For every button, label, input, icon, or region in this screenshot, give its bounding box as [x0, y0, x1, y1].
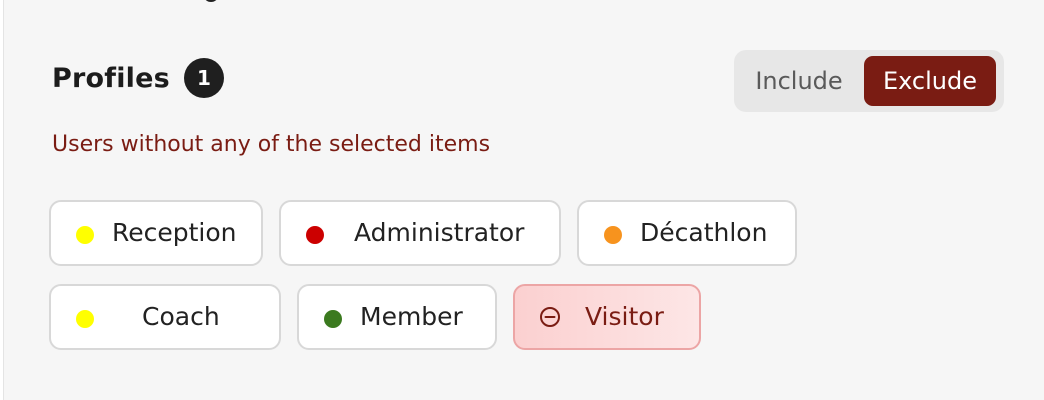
chip-label: Visitor: [585, 302, 664, 331]
status-dot: [324, 310, 342, 328]
status-dot: [306, 226, 324, 244]
clipped-element-top: [204, 0, 224, 4]
exclude-option[interactable]: Exclude: [864, 56, 996, 106]
chip-label: Coach: [142, 302, 220, 331]
section-heading: Profiles 1: [52, 58, 224, 98]
profile-chip-coach[interactable]: Coach: [49, 284, 281, 350]
status-dot: [604, 226, 622, 244]
filter-description: Users without any of the selected items: [52, 132, 491, 157]
chip-label: Décathlon: [640, 218, 768, 247]
profiles-filter-panel: Profiles 1 Include Exclude Users without…: [3, 0, 1044, 400]
chip-label: Administrator: [354, 218, 525, 247]
status-dot: [76, 310, 94, 328]
minus-circle-icon: [540, 307, 560, 327]
include-exclude-toggle: Include Exclude: [734, 50, 1004, 112]
profile-chip-decathlon[interactable]: Décathlon: [577, 200, 797, 266]
chip-label: Member: [360, 302, 463, 331]
profile-chip-visitor[interactable]: Visitor: [513, 284, 701, 350]
section-title: Profiles: [52, 62, 170, 94]
profile-chip-member[interactable]: Member: [297, 284, 497, 350]
profile-chip-reception[interactable]: Reception: [49, 200, 263, 266]
chip-label: Reception: [112, 218, 237, 247]
profile-chip-administrator[interactable]: Administrator: [279, 200, 561, 266]
selected-count-badge: 1: [183, 58, 224, 98]
status-dot: [76, 226, 94, 244]
include-option[interactable]: Include: [734, 56, 864, 106]
